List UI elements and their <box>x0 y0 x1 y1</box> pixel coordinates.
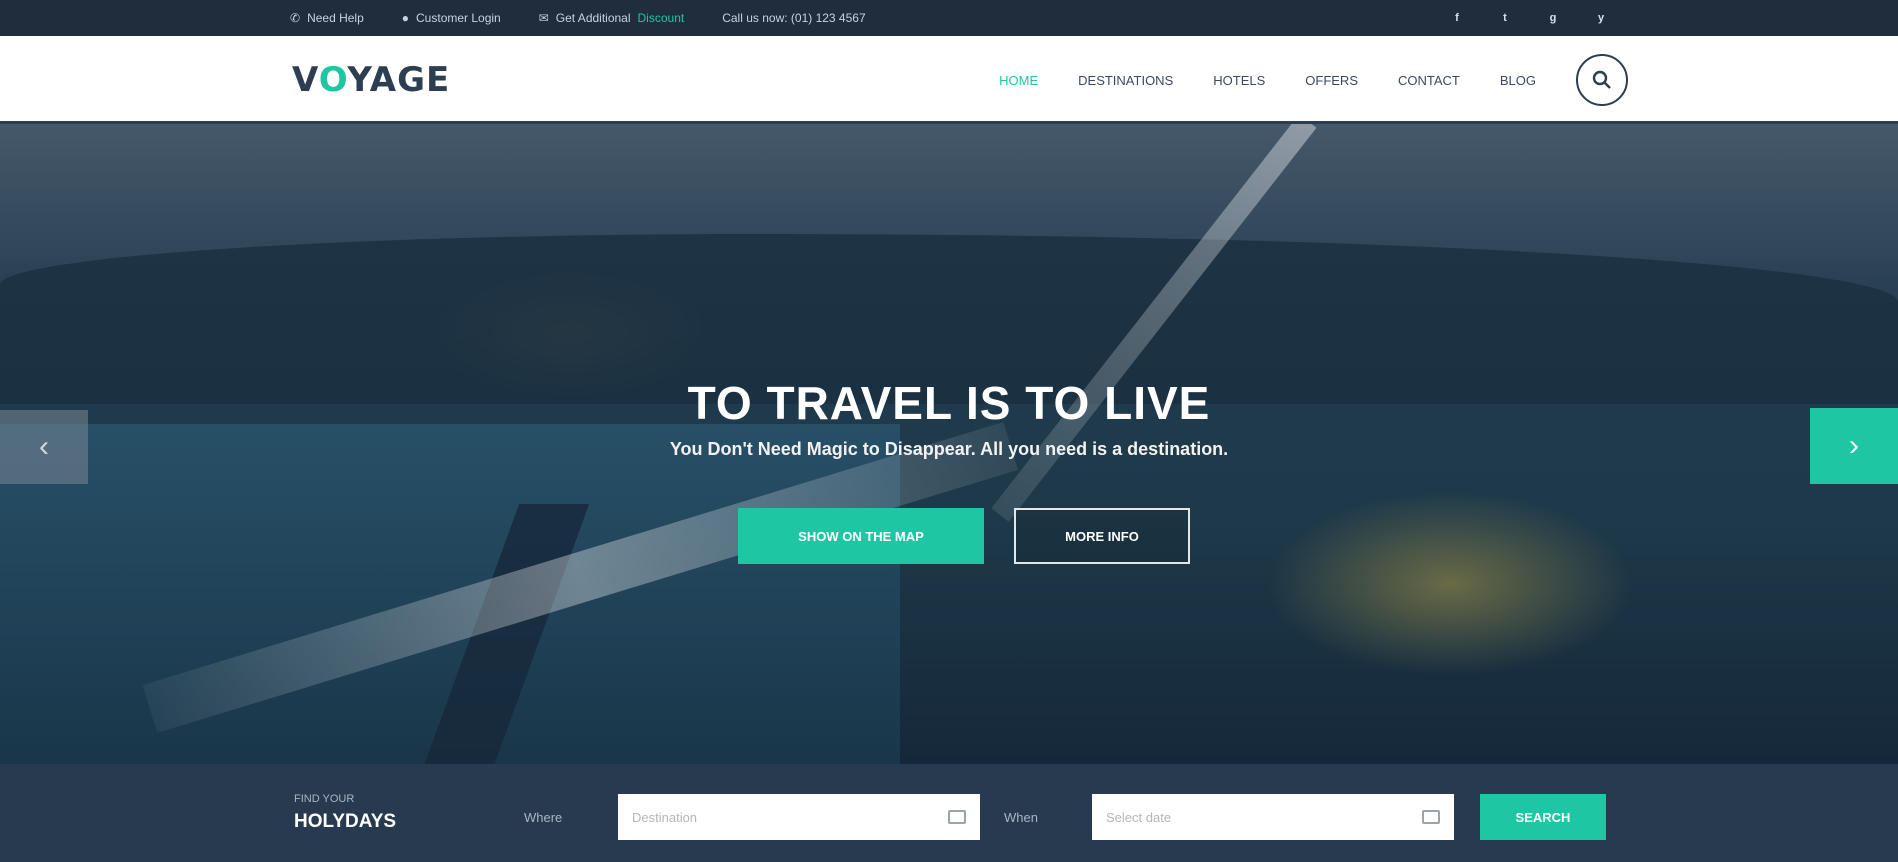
booking-heading-big: Holydays <box>294 811 397 832</box>
nav-destinations[interactable]: Destinations <box>1078 73 1173 88</box>
top-link-help-label: Need Help <box>307 11 364 25</box>
nav-contact[interactable]: Contact <box>1398 73 1460 88</box>
search-button[interactable] <box>1576 54 1628 106</box>
slider-prev-button[interactable]: ‹ <box>0 410 88 484</box>
booking-bar: Find your Holydays Where Destination Whe… <box>0 764 1898 862</box>
top-bar: ✆ Need Help ● Customer Login ✉ Get Addit… <box>0 0 1898 36</box>
nav-hotels[interactable]: Hotels <box>1213 73 1265 88</box>
hero-subtitle: You Don't Need Magic to Disappear. All y… <box>669 439 1229 459</box>
destination-placeholder: Destination <box>632 809 698 825</box>
logo-o: O <box>318 60 348 100</box>
top-link-discount[interactable]: ✉ Get Additional Discount <box>539 11 684 25</box>
when-label: When <box>1004 810 1038 825</box>
booking-heading-small: Find your <box>294 793 355 805</box>
google-plus-icon[interactable]: g <box>1546 11 1560 25</box>
top-call-label: Call us now: (01) 123 4567 <box>722 11 866 25</box>
date-placeholder: Select date <box>1106 809 1172 825</box>
where-label: Where <box>524 810 563 825</box>
facebook-icon[interactable]: f <box>1450 11 1464 25</box>
booking-search-button[interactable]: Search <box>1480 794 1606 840</box>
top-link-login-label: Customer Login <box>416 11 501 25</box>
main-nav: Home Destinations Hotels Offers Contact … <box>999 36 1628 124</box>
chevron-left-icon: ‹ <box>39 430 49 463</box>
chat-icon: ✉ <box>538 11 549 25</box>
booking-heading: Find your Holydays <box>294 793 396 833</box>
calendar-icon <box>948 810 966 824</box>
show-map-button[interactable]: Show on the map <box>738 508 984 564</box>
top-link-discount-highlight: Discount <box>637 11 685 25</box>
nav-offers[interactable]: Offers <box>1305 73 1358 88</box>
chevron-right-icon: › <box>1849 429 1859 462</box>
youtube-icon[interactable]: y <box>1594 11 1608 25</box>
search-icon <box>1592 70 1611 89</box>
logo-prefix: V <box>292 60 319 100</box>
top-bar-inner: ✆ Need Help ● Customer Login ✉ Get Addit… <box>290 0 1608 36</box>
hero-buttons: Show on the map More info <box>0 508 1898 564</box>
logo-suffix: YAGE <box>347 60 451 100</box>
date-input[interactable]: Select date <box>1092 794 1454 840</box>
hero-slider: TO TRAVEL IS TO LIVE You Don't Need Magi… <box>0 124 1898 764</box>
nav-home[interactable]: Home <box>999 73 1038 88</box>
top-link-discount-label: Get Additional <box>555 11 631 25</box>
site-logo[interactable]: VOYAGE <box>292 60 450 100</box>
social-links: f t g y <box>1450 11 1608 25</box>
twitter-icon[interactable]: t <box>1498 11 1512 25</box>
top-link-login[interactable]: ● Customer Login <box>402 11 501 25</box>
hero-title: TO TRAVEL IS TO LIVE <box>687 377 1211 429</box>
nav-blog[interactable]: Blog <box>1500 73 1536 88</box>
top-call-text: Call us now: (01) 123 4567 <box>722 11 865 25</box>
site-header: VOYAGE Home Destinations Hotels Offers C… <box>0 36 1898 124</box>
user-icon: ● <box>401 11 410 25</box>
top-bar-links: ✆ Need Help ● Customer Login ✉ Get Addit… <box>290 11 866 25</box>
phone-icon: ✆ <box>290 11 301 25</box>
more-info-button[interactable]: More info <box>1014 508 1190 564</box>
top-link-help[interactable]: ✆ Need Help <box>290 11 364 25</box>
slider-next-button[interactable]: › <box>1810 408 1898 484</box>
destination-input[interactable]: Destination <box>618 794 980 840</box>
calendar-icon <box>1422 810 1440 824</box>
